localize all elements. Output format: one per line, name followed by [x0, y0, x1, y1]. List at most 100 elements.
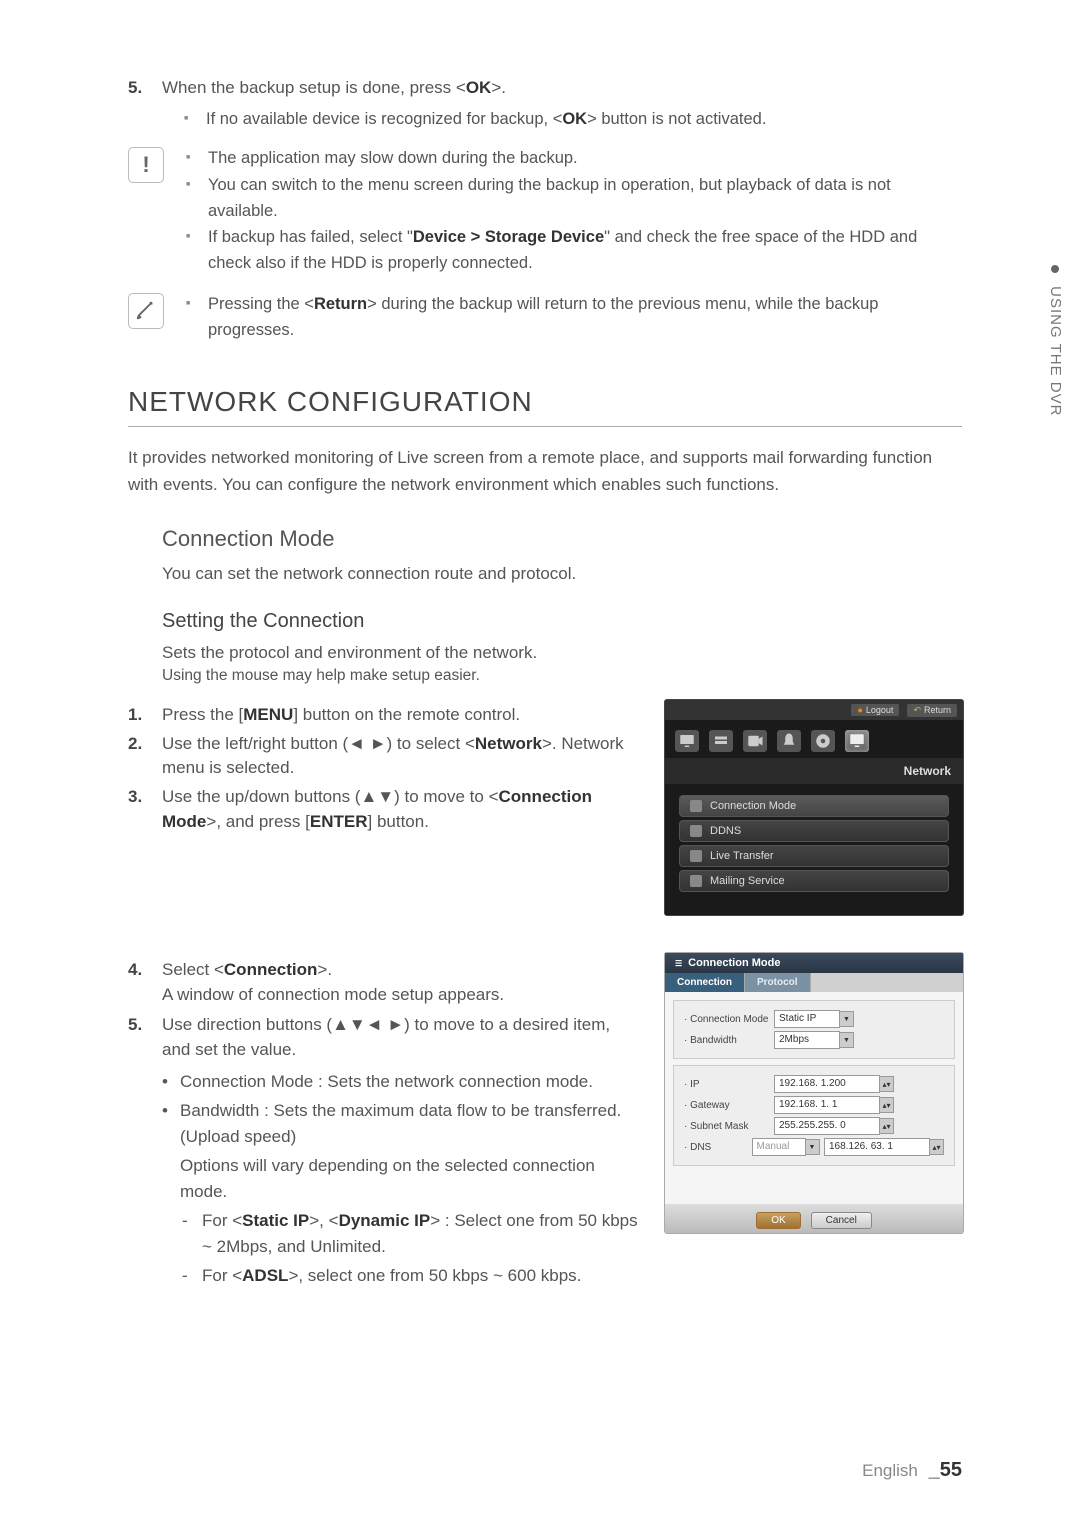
step-4-text: Select <Connection>.A window of connecti… — [162, 958, 640, 1007]
footer-page-number: _55 — [929, 1459, 962, 1481]
list-icon — [690, 875, 702, 887]
spinner-icon: ▴▾ — [929, 1139, 944, 1155]
bullet-square: ■ — [186, 146, 208, 172]
text: ] button on the remote control. — [293, 705, 520, 724]
return-button[interactable]: ↶Return — [907, 704, 957, 717]
bullet-dot: • — [162, 1098, 180, 1149]
mouse-tip: Using the mouse may help make setup easi… — [162, 667, 962, 685]
input-subnet[interactable]: 255.255.255. 0▴▾ — [774, 1117, 894, 1135]
text-bold: ADSL — [242, 1266, 288, 1285]
select-dns-mode[interactable]: Manual▼ — [752, 1138, 820, 1156]
dash: - — [182, 1263, 202, 1289]
value: Manual — [752, 1138, 806, 1156]
label-bandwidth: Bandwidth — [684, 1035, 774, 1046]
list-icon — [690, 800, 702, 812]
input-dns[interactable]: 168.126. 63. 1▴▾ — [824, 1138, 944, 1156]
select-connection-mode[interactable]: Static IP▼ — [774, 1010, 854, 1028]
text: Mailing Service — [710, 875, 785, 887]
subheading-setting-connection: Setting the Connection — [162, 610, 962, 633]
bullet-square: ■ — [186, 173, 208, 224]
step-3-text: Use the up/down buttons (▲▼) to move to … — [162, 785, 640, 834]
chevron-down-icon: ▼ — [839, 1032, 854, 1048]
text-bold: Return — [314, 295, 367, 313]
note-icon — [128, 293, 164, 329]
list-icon — [690, 825, 702, 837]
text-bold: OK — [562, 110, 587, 128]
caution-icon: ! — [128, 147, 164, 183]
text-bold: Connection — [224, 960, 318, 979]
text: A window of connection mode setup appear… — [162, 985, 504, 1004]
step-5-number: 5. — [128, 76, 162, 101]
subheading-connection-mode: Connection Mode — [162, 526, 962, 552]
ok-button[interactable]: OK — [756, 1212, 800, 1229]
value: Static IP — [774, 1010, 840, 1028]
chevron-down-icon: ▼ — [839, 1011, 854, 1027]
select-bandwidth[interactable]: 2Mbps▼ — [774, 1031, 854, 1049]
step-3-number: 3. — [128, 785, 162, 834]
step-1-text: Press the [MENU] button on the remote co… — [162, 703, 640, 728]
tab-protocol[interactable]: Protocol — [745, 973, 811, 992]
text: For < — [202, 1266, 242, 1285]
page-footer: English _55 — [862, 1459, 962, 1482]
tab-device-icon[interactable] — [709, 730, 733, 752]
side-tab: USING THE DVR — [1047, 265, 1064, 416]
value: 192.168. 1.200 — [774, 1075, 880, 1093]
spinner-icon: ▴▾ — [879, 1097, 894, 1113]
text: Pressing the < — [208, 295, 314, 313]
side-tab-bullet — [1051, 265, 1059, 273]
text-bold: OK — [466, 78, 492, 97]
bullet-dot: • — [162, 1069, 180, 1095]
section-heading: NETWORK CONFIGURATION — [128, 386, 962, 427]
spinner-icon: ▴▾ — [879, 1076, 894, 1092]
bandwidth-note: Options will vary depending on the selec… — [180, 1153, 640, 1204]
label-ip: IP — [684, 1079, 774, 1090]
tab-record-icon[interactable] — [743, 730, 767, 752]
tab-system-icon[interactable] — [675, 730, 699, 752]
note-callout: ■ Pressing the <Return> during the backu… — [128, 291, 962, 344]
text: >, and press [ — [206, 812, 309, 831]
dash-adsl: For <ADSL>, select one from 50 kbps ~ 60… — [202, 1263, 581, 1289]
setting-connection-desc: Sets the protocol and environment of the… — [162, 643, 962, 663]
step-5b-number: 5. — [128, 1013, 162, 1062]
menu-item-connection-mode[interactable]: Connection Mode — [679, 795, 949, 817]
spinner-icon: ▴▾ — [879, 1118, 894, 1134]
text: > button is not activated. — [587, 110, 766, 128]
dvr-network-menu-screenshot: ●Logout ↶Return Network Connection Mode … — [664, 699, 964, 916]
tab-connection[interactable]: Connection — [665, 973, 745, 992]
step-5b-text: Use direction buttons (▲▼◄ ►) to move to… — [162, 1013, 640, 1062]
side-tab-label: USING THE DVR — [1047, 286, 1064, 416]
input-gateway[interactable]: 192.168. 1. 1▴▾ — [774, 1096, 894, 1114]
tab-backup-icon[interactable] — [811, 730, 835, 752]
menu-item-mailing-service[interactable]: Mailing Service — [679, 870, 949, 892]
text-bold: Dynamic IP — [339, 1211, 431, 1230]
text-bold: ENTER — [310, 812, 368, 831]
value: 192.168. 1. 1 — [774, 1096, 880, 1114]
bullet-connection-mode: Connection Mode : Sets the network conne… — [180, 1069, 593, 1095]
step-5-note: ■ If no available device is recognized f… — [184, 107, 962, 132]
text-bold: Device > Storage Device — [413, 228, 604, 246]
tab-event-icon[interactable] — [777, 730, 801, 752]
bullet-square: ■ — [186, 292, 208, 343]
tab-network-icon[interactable] — [845, 730, 869, 752]
text: Connection Mode — [688, 957, 780, 969]
logout-button[interactable]: ●Logout — [851, 704, 899, 716]
menu-item-live-transfer[interactable]: Live Transfer — [679, 845, 949, 867]
text: >, < — [309, 1211, 338, 1230]
step-1-number: 1. — [128, 703, 162, 728]
label-connection-mode: Connection Mode — [684, 1014, 774, 1025]
network-header: Network — [665, 758, 963, 784]
cancel-button[interactable]: Cancel — [811, 1212, 872, 1229]
label-gateway: Gateway — [684, 1100, 774, 1111]
text: If backup has failed, select " — [208, 228, 413, 246]
bullet-square: ■ — [186, 225, 208, 276]
input-ip[interactable]: 192.168. 1.200▴▾ — [774, 1075, 894, 1093]
text-bold: Network — [475, 734, 542, 753]
value: 168.126. 63. 1 — [824, 1138, 930, 1156]
text: >, select one from 50 kbps ~ 600 kbps. — [288, 1266, 581, 1285]
dvr-connection-dialog-screenshot: ☰Connection Mode Connection Protocol Con… — [664, 952, 964, 1234]
text: >. — [491, 78, 506, 97]
value: 255.255.255. 0 — [774, 1117, 880, 1135]
text-bold: Static IP — [242, 1211, 309, 1230]
menu-item-ddns[interactable]: DDNS — [679, 820, 949, 842]
step-2-text: Use the left/right button (◄ ►) to selec… — [162, 732, 640, 781]
